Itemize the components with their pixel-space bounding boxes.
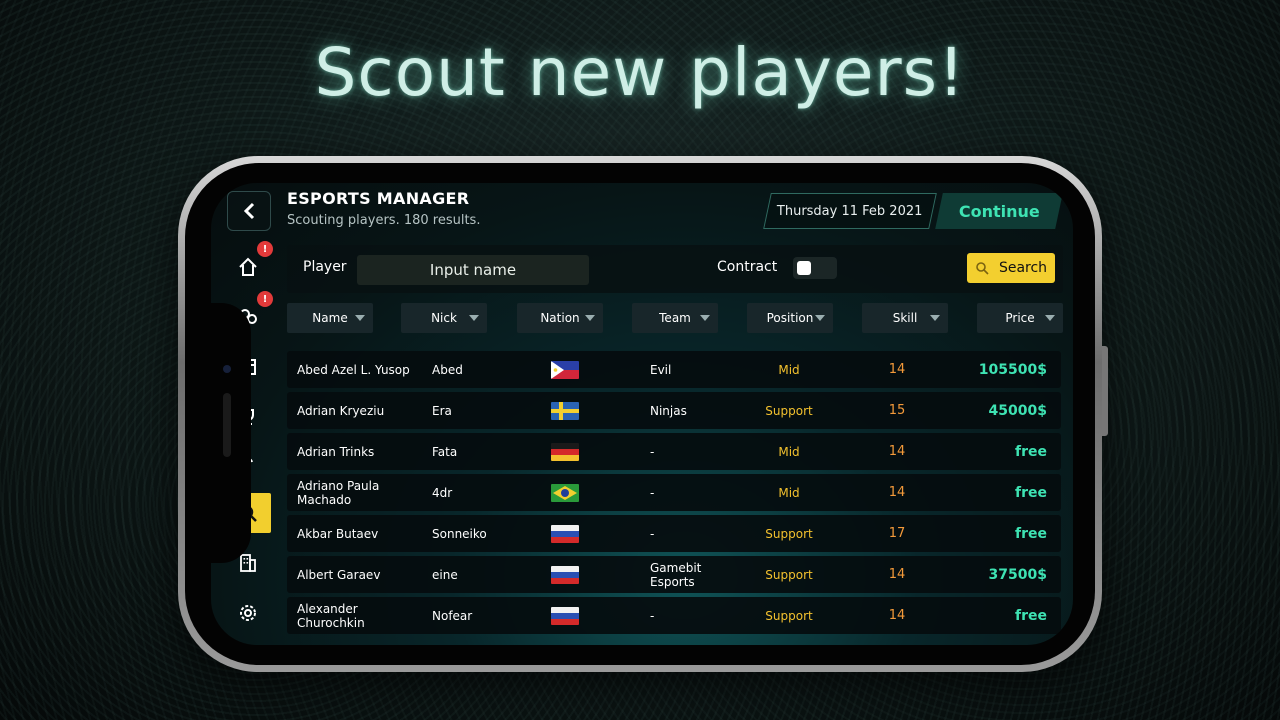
player-skill: 14 [888,566,906,582]
player-nick: eine [432,567,458,582]
contract-toggle[interactable] [793,257,837,279]
table-row[interactable]: Adrian Kryeziu Era Ninjas Support 15 450… [287,392,1061,429]
table-row[interactable]: Akbar Butaev Sonneiko - Support 17 free [287,515,1061,552]
back-button[interactable] [227,191,271,231]
power-button [1102,346,1108,436]
player-name: Alexander Churochkin [297,601,365,630]
player-position: Support [765,403,813,418]
settings-icon [240,605,256,621]
player-price: free [1015,525,1047,542]
player-price: 105500$ [978,361,1047,378]
player-position: Mid [778,444,800,459]
phone-notch [211,303,251,563]
player-position: Mid [778,362,800,377]
notification-badge: ! [257,291,273,307]
player-name: Adrian Kryeziu [297,403,385,418]
app-screen: ESPORTS MANAGER Scouting players. 180 re… [211,183,1073,645]
player-team: - [650,444,655,459]
player-team: - [650,526,655,541]
player-skill: 14 [888,607,906,623]
building-icon [240,554,256,572]
nation-flag-russia [551,597,579,634]
player-position: Support [765,567,813,582]
notification-badge: ! [257,241,273,257]
current-date: Thursday 11 Feb 2021 [763,193,937,229]
table-row[interactable]: Alexander Churochkin Nofear - Support 14… [287,597,1061,634]
player-price: 37500$ [988,566,1047,583]
column-header-team[interactable]: Team [632,303,718,333]
player-position: Support [765,608,813,623]
nation-flag-germany [551,433,579,470]
player-skill: 14 [888,484,906,500]
player-nick: Abed [432,362,463,377]
column-header-price[interactable]: Price [977,303,1063,333]
table-row[interactable]: Abed Azel L. Yusop Abed Evil Mid 14 1055… [287,351,1061,388]
nation-flag-russia [551,556,579,593]
player-team: Ninjas [650,403,687,418]
player-price: free [1015,443,1047,460]
contract-label: Contract [717,259,778,275]
results-subtitle: Scouting players. 180 results. [287,213,481,228]
player-nick: Fata [432,444,458,459]
player-name: Adriano Paula Machado [297,478,380,507]
player-skill: 15 [888,402,906,418]
column-header-skill[interactable]: Skill [862,303,948,333]
player-price: free [1015,484,1047,501]
player-name: Adrian Trinks [297,444,375,459]
continue-button[interactable]: Continue [935,193,1063,229]
player-price: free [1015,607,1047,624]
player-skill: 14 [888,443,906,459]
filter-bar: Player Input name Contract Search [287,245,1063,293]
column-header-name[interactable]: Name [287,303,373,333]
player-name-input[interactable]: Input name [357,255,589,285]
player-label: Player [303,259,347,275]
player-team: - [650,608,655,623]
table-row[interactable]: Adrian Trinks Fata - Mid 14 free [287,433,1061,470]
player-nick: 4dr [432,485,453,500]
player-team: - [650,485,655,500]
table-row[interactable]: Albert Garaev eine Gamebit Esports Suppo… [287,556,1061,593]
player-skill: 14 [888,361,906,377]
table-row[interactable]: Adriano Paula Machado 4dr - Mid 14 free [287,474,1061,511]
player-team: Gamebit Esports [650,560,702,589]
headline: Scout new players! [314,34,966,111]
player-team: Evil [650,362,672,377]
speaker-grille [223,393,231,457]
search-icon [976,262,989,275]
player-nick: Nofear [432,608,473,623]
home-icon [239,257,257,276]
player-name: Abed Azel L. Yusop [297,362,410,377]
nation-flag-sweden [551,392,579,429]
column-header-position[interactable]: Position [747,303,833,333]
column-header-nick[interactable]: Nick [401,303,487,333]
app-title: ESPORTS MANAGER [287,189,470,208]
nation-flag-brazil [551,474,579,511]
player-nick: Sonneiko [432,526,487,541]
player-price: 45000$ [988,402,1047,419]
column-header-nation[interactable]: Nation [517,303,603,333]
sidebar-item-home[interactable]: ! [225,241,273,287]
chevron-left-icon [243,202,255,220]
player-name: Albert Garaev [297,567,381,582]
search-button[interactable]: Search [967,253,1055,283]
player-skill: 17 [888,525,906,541]
nation-flag-russia [551,515,579,552]
nation-flag-philippines [551,351,579,388]
player-name: Akbar Butaev [297,526,379,541]
player-position: Support [765,526,813,541]
camera-icon [223,365,231,373]
player-position: Mid [778,485,800,500]
sidebar-item-settings[interactable] [225,593,271,633]
player-nick: Era [432,403,452,418]
phone-frame: ESPORTS MANAGER Scouting players. 180 re… [178,156,1108,672]
